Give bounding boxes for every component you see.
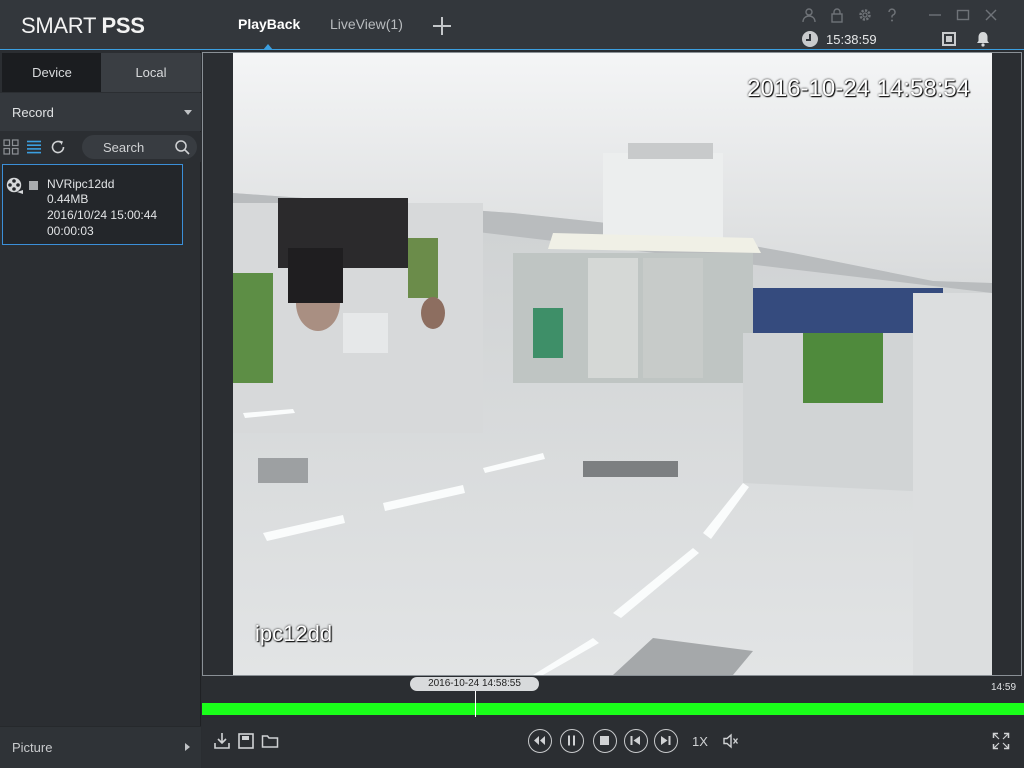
timeline[interactable]: 2016-10-24 14:58:55 14:59: [202, 677, 1024, 717]
help-icon[interactable]: [884, 7, 900, 23]
playback-controls: 1X: [202, 718, 1024, 768]
folder-icon[interactable]: [261, 732, 279, 750]
record-type-label: Record: [12, 105, 54, 120]
checkbox-icon[interactable]: [29, 181, 38, 190]
list-view-icon[interactable]: [26, 139, 42, 155]
timeline-record-track[interactable]: [202, 703, 1024, 715]
app-logo: SMART PSS: [21, 13, 145, 39]
fullscreen-icon[interactable]: [992, 732, 1010, 750]
picture-label: Picture: [12, 740, 53, 755]
tab-local[interactable]: Local: [101, 53, 201, 92]
active-tab-indicator: [263, 44, 273, 50]
refresh-icon[interactable]: [50, 139, 66, 155]
file-datetime: 2016/10/24 15:00:44: [47, 208, 158, 222]
timeline-cursor-time: 2016-10-24 14:58:55: [410, 677, 539, 691]
clock-time: 15:38:59: [826, 32, 877, 47]
tab-playback[interactable]: PlayBack: [238, 16, 300, 32]
osd-timestamp: 2016-10-24 14:58:54: [747, 75, 970, 102]
film-reel-icon: [6, 177, 24, 195]
search-icon[interactable]: [174, 139, 190, 155]
user-icon[interactable]: [801, 7, 817, 23]
lock-icon[interactable]: [829, 7, 845, 23]
previous-frame-button[interactable]: [624, 729, 648, 753]
add-tab-icon[interactable]: [432, 16, 452, 36]
timeline-end-label: 14:59: [991, 682, 1017, 693]
timeline-cursor[interactable]: [475, 691, 476, 717]
record-type-dropdown[interactable]: Record: [0, 93, 201, 131]
pause-button[interactable]: [560, 729, 584, 753]
search-label: Search: [103, 140, 145, 155]
rewind-button[interactable]: [528, 729, 552, 753]
close-icon[interactable]: [983, 7, 999, 23]
minimize-icon[interactable]: [927, 7, 943, 23]
title-bar: SMART PSS PlayBack LiveView(1) 15:38:59: [0, 0, 1024, 50]
app-logo-bold: PSS: [101, 13, 145, 38]
playback-speed[interactable]: 1X: [692, 734, 708, 749]
next-frame-button[interactable]: [654, 729, 678, 753]
chevron-down-icon: [184, 110, 192, 115]
camera-image: [233, 53, 992, 675]
maximize-icon[interactable]: [955, 7, 971, 23]
tab-liveview[interactable]: LiveView(1): [330, 16, 403, 32]
tab-device[interactable]: Device: [2, 53, 102, 92]
gear-icon[interactable]: [857, 7, 873, 23]
sidebar: Device Local Record Search NVRipc12dd 0.…: [0, 51, 201, 768]
cpu-icon[interactable]: [942, 32, 956, 46]
sidebar-tabs: Device Local: [0, 53, 201, 92]
mute-icon[interactable]: [722, 732, 740, 750]
clock-icon: [802, 31, 818, 47]
file-name: NVRipc12dd: [47, 177, 115, 191]
save-icon[interactable]: [237, 732, 255, 750]
stop-button[interactable]: [593, 729, 617, 753]
chevron-right-icon: [185, 743, 190, 751]
video-window[interactable]: 2016-10-24 14:58:54 ipc12dd: [202, 52, 1022, 676]
picture-section[interactable]: Picture: [0, 726, 201, 768]
record-file-item[interactable]: NVRipc12dd 0.44MB 2016/10/24 15:00:44 00…: [2, 164, 183, 245]
file-duration: 00:00:03: [47, 224, 94, 238]
bell-icon[interactable]: [975, 31, 991, 47]
search-box[interactable]: Search: [82, 135, 197, 159]
video-feed[interactable]: 2016-10-24 14:58:54 ipc12dd: [233, 53, 992, 675]
app-logo-light: SMART: [21, 13, 102, 38]
file-toolbar: Search: [0, 132, 201, 162]
file-size: 0.44MB: [47, 192, 89, 206]
download-icon[interactable]: [213, 732, 231, 750]
osd-camera-name: ipc12dd: [255, 621, 333, 646]
grid-view-icon[interactable]: [3, 139, 19, 155]
